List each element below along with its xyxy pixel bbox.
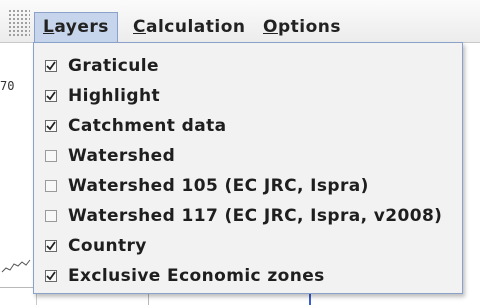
checkbox-unchecked-icon[interactable]	[45, 150, 57, 162]
menu-mnemonic: C	[133, 17, 146, 37]
menubar: Layers Calculation Options	[0, 0, 480, 43]
menu-item-highlight[interactable]: Highlight	[34, 81, 462, 111]
menu-label: alculation	[145, 17, 246, 37]
toolbar-grip-handle[interactable]	[8, 9, 30, 37]
menu-label: ayers	[54, 17, 109, 37]
menu-item-label: Country	[68, 236, 147, 256]
menu-item-watershed-117[interactable]: Watershed 117 (EC JRC, Ispra, v2008)	[34, 201, 462, 231]
menu-item-graticule[interactable]: Graticule	[34, 51, 462, 81]
map-scale-label: 70	[0, 79, 15, 93]
menu-item-label: Watershed	[68, 146, 176, 166]
menu-mnemonic: L	[43, 17, 55, 37]
menu-item-label: Watershed 117 (EC JRC, Ispra, v2008)	[68, 206, 443, 226]
menu-item-exclusive-economic-zones[interactable]: Exclusive Economic zones	[34, 261, 462, 291]
checkbox-checked-icon[interactable]	[45, 60, 57, 72]
menu-item-label: Highlight	[68, 86, 160, 106]
menu-item-country[interactable]: Country	[34, 231, 462, 261]
menu-item-label: Watershed 105 (EC JRC, Ispra)	[68, 176, 369, 196]
menu-item-label: Exclusive Economic zones	[68, 266, 325, 286]
menu-label: ptions	[277, 17, 341, 37]
checkbox-checked-icon[interactable]	[45, 90, 57, 102]
checkbox-checked-icon[interactable]	[45, 240, 57, 252]
checkbox-checked-icon[interactable]	[45, 120, 57, 132]
checkbox-unchecked-icon[interactable]	[45, 210, 57, 222]
menu-item-catchment-data[interactable]: Catchment data	[34, 111, 462, 141]
menu-mnemonic: O	[263, 17, 278, 37]
menu-item-watershed[interactable]: Watershed	[34, 141, 462, 171]
menu-layers[interactable]: Layers	[34, 12, 118, 43]
layers-dropdown-menu: Graticule Highlight Catchment data Water…	[33, 42, 463, 294]
menu-options[interactable]: Options	[255, 12, 349, 42]
menu-item-watershed-105[interactable]: Watershed 105 (EC JRC, Ispra)	[34, 171, 462, 201]
checkbox-checked-icon[interactable]	[45, 270, 57, 282]
checkbox-unchecked-icon[interactable]	[45, 180, 57, 192]
map-right-margin	[463, 42, 480, 305]
menu-item-label: Catchment data	[68, 116, 227, 136]
menu-calculation[interactable]: Calculation	[125, 12, 254, 42]
menu-item-label: Graticule	[68, 56, 159, 76]
